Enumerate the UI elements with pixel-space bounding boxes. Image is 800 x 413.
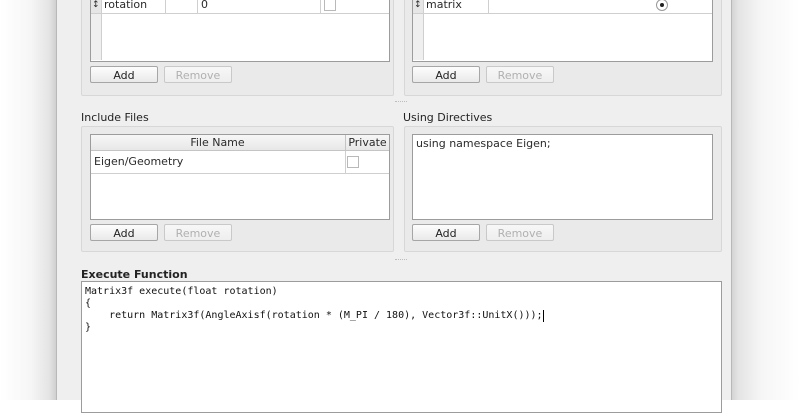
using-directives-editor[interactable]: using namespace Eigen; — [412, 134, 713, 220]
code-line: return Matrix3f(AngleAxisf(rotation * (M… — [85, 310, 544, 322]
private-checkbox[interactable] — [347, 156, 359, 168]
parameter-name-cell[interactable]: rotation — [104, 0, 147, 13]
return-radio-button[interactable] — [656, 0, 668, 11]
column-divider — [488, 0, 489, 13]
execute-function-code-editor[interactable]: Matrix3f execute(float rotation) { retur… — [81, 281, 722, 413]
parameter-default-cell[interactable]: 0 — [201, 0, 208, 13]
parameters-add-button[interactable]: Add — [90, 66, 158, 83]
column-divider — [320, 0, 321, 13]
code-line: { — [85, 298, 92, 309]
row-divider — [91, 13, 389, 14]
window-shadow-right — [730, 0, 800, 400]
code-line-text: return Matrix3f(AngleAxisf(rotation * (M… — [85, 310, 543, 321]
table-row[interactable]: Eigen/Geometry — [91, 151, 389, 174]
using-directives-add-button[interactable]: Add — [412, 224, 480, 241]
include-files-remove-button[interactable]: Remove — [164, 224, 232, 241]
splitter-handle[interactable] — [395, 259, 407, 261]
code-line: } — [85, 322, 92, 333]
parameter-checkbox[interactable] — [324, 0, 336, 11]
row-header-column — [91, 14, 102, 60]
include-files-table: File Name Private Eigen/Geometry — [90, 134, 390, 220]
include-files-title: Include Files — [81, 111, 149, 124]
column-divider — [345, 151, 346, 173]
node-editor-window: ↕ rotation 0 Add Remove ↕ matrix Add Rem… — [56, 0, 732, 413]
splitter-handle[interactable] — [395, 101, 407, 103]
return-name-cell[interactable]: matrix — [426, 0, 462, 13]
row-divider — [413, 13, 712, 14]
include-files-add-button[interactable]: Add — [90, 224, 158, 241]
execute-function-title: Execute Function — [81, 268, 188, 281]
window-shadow-left — [0, 0, 56, 400]
code-line: Matrix3f execute(float rotation) — [85, 286, 278, 297]
file-name-cell[interactable]: Eigen/Geometry — [94, 155, 183, 168]
returns-add-button[interactable]: Add — [412, 66, 480, 83]
column-divider — [197, 0, 198, 13]
row-drag-icon: ↕ — [92, 0, 100, 10]
parameters-table: ↕ rotation 0 — [90, 0, 390, 62]
file-name-column-header[interactable]: File Name — [91, 136, 344, 149]
returns-remove-button[interactable]: Remove — [486, 66, 554, 83]
using-directives-text: using namespace Eigen; — [416, 137, 551, 150]
text-cursor — [542, 310, 544, 322]
row-drag-icon: ↕ — [414, 0, 422, 10]
parameters-remove-button[interactable]: Remove — [164, 66, 232, 83]
using-directives-title: Using Directives — [403, 111, 493, 124]
private-column-header[interactable]: Private — [346, 136, 389, 149]
using-directives-remove-button[interactable]: Remove — [486, 224, 554, 241]
returns-table: ↕ matrix — [412, 0, 713, 62]
row-header-column — [413, 14, 424, 60]
column-divider — [165, 0, 166, 13]
